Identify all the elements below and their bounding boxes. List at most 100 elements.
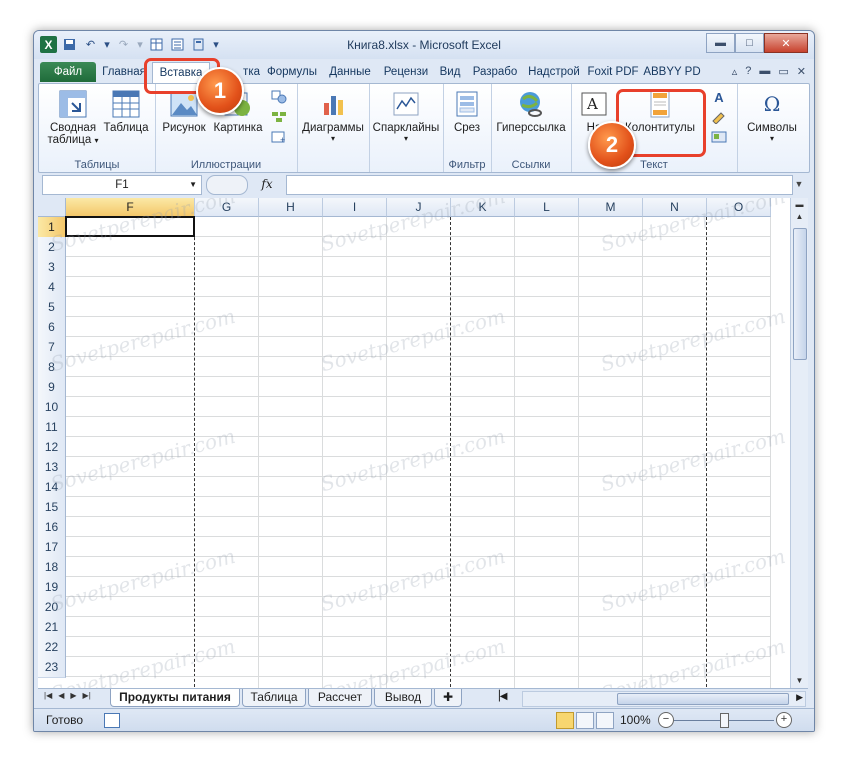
row-header-21[interactable]: 21 xyxy=(38,617,66,638)
row-header-23[interactable]: 23 xyxy=(38,657,66,678)
tab-formulas[interactable]: Формулы xyxy=(264,62,320,82)
row-header-22[interactable]: 22 xyxy=(38,637,66,658)
column-header-k[interactable]: K xyxy=(451,198,515,217)
insert-sheet-icon[interactable]: ✚ xyxy=(434,689,462,707)
zoom-slider-knob[interactable] xyxy=(720,713,729,728)
row-header-19[interactable]: 19 xyxy=(38,577,66,598)
tab-abbyy-pdf[interactable]: ABBYY PD xyxy=(642,62,702,82)
zoom-in-icon[interactable]: + xyxy=(776,712,792,728)
shapes-icon[interactable] xyxy=(269,88,289,106)
row-header-4[interactable]: 4 xyxy=(38,277,66,298)
pivot-table-label-2: таблица xyxy=(47,134,92,146)
column-header-o[interactable]: O xyxy=(707,198,771,217)
object-icon[interactable] xyxy=(709,128,729,146)
row-header-2[interactable]: 2 xyxy=(38,237,66,258)
formula-input[interactable] xyxy=(286,175,793,195)
vertical-scrollbar[interactable]: ▬ ▲ ▼ xyxy=(790,198,808,688)
hyperlink-button[interactable]: Гиперссылка xyxy=(493,88,569,134)
watermark-text: Sovetperepair.com xyxy=(48,303,238,377)
select-all-corner[interactable] xyxy=(38,198,66,217)
zoom-out-icon[interactable]: − xyxy=(658,712,674,728)
column-header-l[interactable]: L xyxy=(515,198,579,217)
row-header-6[interactable]: 6 xyxy=(38,317,66,338)
sparklines-button[interactable]: Спарклайны ▾ xyxy=(371,88,441,143)
page-break-view-icon[interactable] xyxy=(596,712,614,729)
row-header-8[interactable]: 8 xyxy=(38,357,66,378)
horizontal-scrollbar[interactable]: ▶ xyxy=(522,691,806,707)
row-header-7[interactable]: 7 xyxy=(38,337,66,358)
close-icon[interactable]: ✕ xyxy=(764,33,808,53)
tab-foxit-pdf[interactable]: Foxit PDF xyxy=(586,62,640,82)
watermark-text: Sovetperepair.com xyxy=(598,633,788,688)
column-header-i[interactable]: I xyxy=(323,198,387,217)
row-header-20[interactable]: 20 xyxy=(38,597,66,618)
column-header-f[interactable]: F xyxy=(66,198,195,217)
row-header-14[interactable]: 14 xyxy=(38,477,66,498)
column-header-g[interactable]: G xyxy=(195,198,259,217)
signature-line-icon[interactable] xyxy=(709,108,729,126)
symbols-button[interactable]: Ω Символы ▾ xyxy=(739,88,805,143)
first-sheet-icon[interactable]: |◀ xyxy=(44,691,52,700)
sheet-tab-output[interactable]: Вывод xyxy=(374,689,432,707)
row-header-10[interactable]: 10 xyxy=(38,397,66,418)
row-header-15[interactable]: 15 xyxy=(38,497,66,518)
tab-developer[interactable]: Разрабо xyxy=(468,62,522,82)
help-icon[interactable]: ? xyxy=(745,65,751,78)
tab-addins[interactable]: Надстрой xyxy=(526,62,582,82)
row-header-1[interactable]: 1 xyxy=(38,217,66,238)
tab-file[interactable]: Файл xyxy=(40,62,96,82)
row-header-12[interactable]: 12 xyxy=(38,437,66,458)
scroll-down-icon[interactable]: ▼ xyxy=(791,674,808,688)
pivot-table-button[interactable]: Сводная таблица ▾ xyxy=(45,88,101,146)
sheet-tab-table[interactable]: Таблица xyxy=(242,689,306,707)
tab-review[interactable]: Рецензи xyxy=(380,62,432,82)
name-box[interactable]: F1 ▼ xyxy=(42,175,202,195)
prev-sheet-icon[interactable]: ◀ xyxy=(58,691,64,700)
sheet-tab-products[interactable]: Продукты питания xyxy=(110,689,240,707)
row-header-16[interactable]: 16 xyxy=(38,517,66,538)
expand-formula-bar-icon[interactable]: ▼ xyxy=(791,175,807,193)
smartart-icon[interactable] xyxy=(269,108,289,126)
scroll-right-icon[interactable]: ▶ xyxy=(796,692,803,703)
active-cell-f1[interactable] xyxy=(65,216,195,237)
slicer-button[interactable]: Срез xyxy=(445,88,489,134)
row-header-18[interactable]: 18 xyxy=(38,557,66,578)
table-button[interactable]: Таблица xyxy=(101,88,151,134)
maximize-icon[interactable]: □ xyxy=(735,33,764,53)
row-header-9[interactable]: 9 xyxy=(38,377,66,398)
insert-function-button[interactable]: fx xyxy=(252,175,282,193)
macro-record-icon[interactable] xyxy=(104,713,120,728)
vertical-scroll-thumb[interactable] xyxy=(793,228,807,360)
tab-home[interactable]: Главная xyxy=(98,62,150,82)
scroll-up-icon[interactable]: ▲ xyxy=(791,210,808,224)
row-header-11[interactable]: 11 xyxy=(38,417,66,438)
horizontal-scroll-thumb[interactable] xyxy=(617,693,789,705)
next-sheet-icon[interactable]: ▶ xyxy=(70,691,76,700)
workbook-minimize-icon[interactable]: ▬ xyxy=(759,65,770,78)
zoom-level[interactable]: 100% xyxy=(620,713,651,727)
normal-view-icon[interactable] xyxy=(556,712,574,729)
name-box-dropdown-icon[interactable]: ▼ xyxy=(189,176,197,194)
row-header-13[interactable]: 13 xyxy=(38,457,66,478)
row-header-3[interactable]: 3 xyxy=(38,257,66,278)
tab-data[interactable]: Данные xyxy=(324,62,376,82)
column-header-m[interactable]: M xyxy=(579,198,643,217)
column-header-h[interactable]: H xyxy=(259,198,323,217)
minimize-icon[interactable]: ▬ xyxy=(706,33,735,53)
page-layout-view-icon[interactable] xyxy=(576,712,594,729)
column-header-j[interactable]: J xyxy=(387,198,451,217)
tab-split-icon[interactable]: ▕◀ xyxy=(492,691,507,702)
last-sheet-icon[interactable]: ▶| xyxy=(83,691,91,700)
column-header-n[interactable]: N xyxy=(643,198,707,217)
group-links-label: Ссылки xyxy=(511,159,551,171)
wordart-icon[interactable]: A xyxy=(709,88,729,106)
charts-button[interactable]: Диаграммы ▾ xyxy=(299,88,367,143)
screenshot-icon[interactable]: + xyxy=(269,128,289,146)
tab-view[interactable]: Вид xyxy=(436,62,464,82)
workbook-restore-icon[interactable]: ▭ xyxy=(778,65,788,78)
row-header-5[interactable]: 5 xyxy=(38,297,66,318)
collapse-ribbon-icon[interactable]: ▵ xyxy=(732,65,738,78)
row-header-17[interactable]: 17 xyxy=(38,537,66,558)
workbook-close-icon[interactable]: ✕ xyxy=(797,65,806,78)
sheet-tab-calc[interactable]: Рассчет xyxy=(308,689,372,707)
